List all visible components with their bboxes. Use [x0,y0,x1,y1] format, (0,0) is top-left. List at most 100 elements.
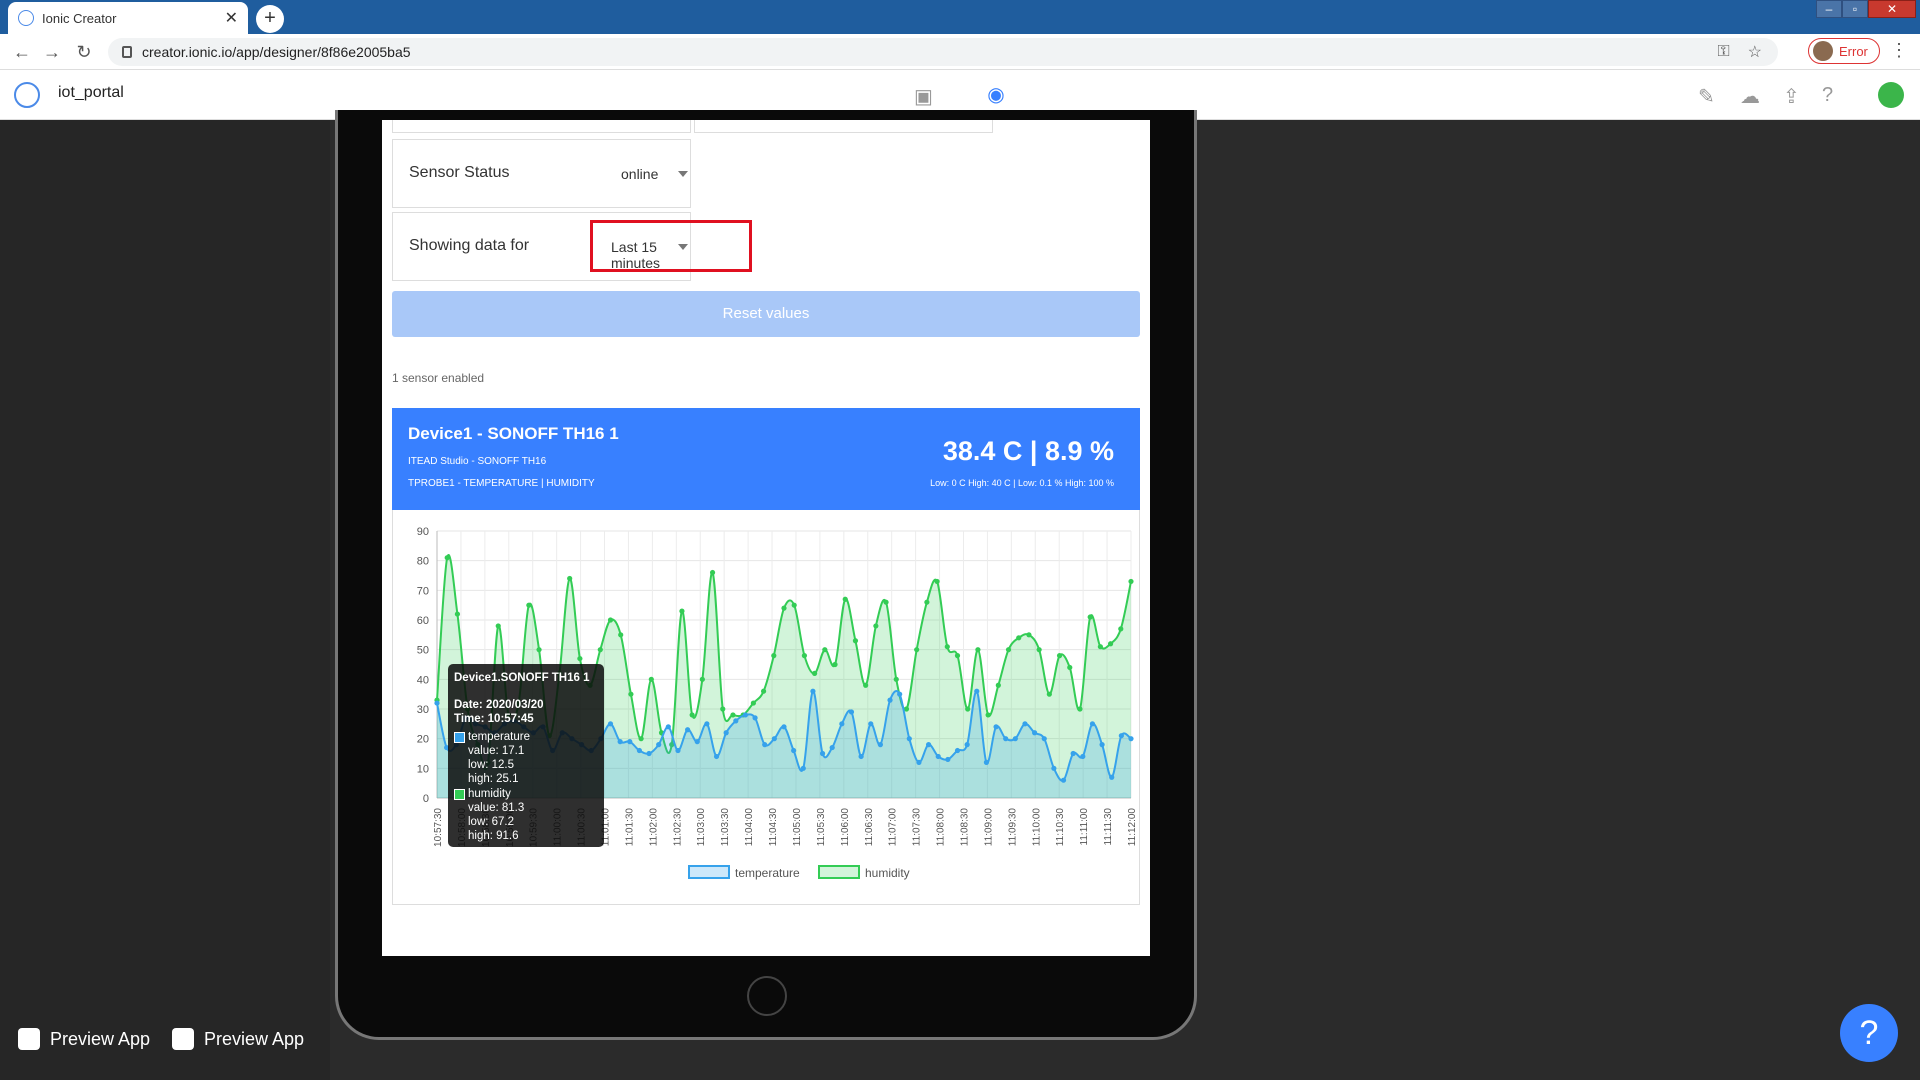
preview-ios-label: Preview App [50,1028,151,1049]
cloud-download-icon[interactable]: ☁ [1740,84,1760,109]
reset-values-button[interactable]: Reset values [392,291,1140,337]
home-button[interactable] [747,976,787,1016]
tab-close-icon[interactable]: ✕ [225,8,238,28]
reload-button[interactable]: ↻ [72,40,96,64]
humidity-point [883,599,889,605]
humidity-point [873,623,879,629]
temperature-point [791,747,797,754]
temperature-point [752,715,758,721]
humidity-point [730,712,736,718]
temperature-point [810,688,816,694]
x-tick-label: 11:05:00 [792,808,803,847]
humidity-point [771,653,777,659]
kebab-menu-icon[interactable]: ⋮ [1890,40,1908,61]
sensor-status-row[interactable]: Sensor Status online [392,139,691,208]
temperature-point [819,750,826,757]
temperature-point [1089,721,1096,727]
humidity-point [781,605,787,611]
close-window-button[interactable]: ✕ [1868,0,1916,18]
help-icon[interactable]: ? [1822,84,1833,107]
url-field[interactable]: creator.ionic.io/app/designer/8f86e2005b… [108,38,1778,66]
x-tick-label: 11:06:00 [840,808,851,847]
x-tick-label: 11:08:30 [959,808,970,847]
tooltip-date: Date: 2020/03/20 [454,699,544,711]
device-screen: Sensor Status online Showing data for La… [382,120,1150,956]
profile-error-button[interactable]: Error [1808,38,1880,64]
minimize-button[interactable]: – [1816,0,1842,18]
app-name: iot_portal [58,84,124,101]
temperature-point [1060,777,1067,783]
temperature-point [1070,750,1076,757]
help-button[interactable]: ? [1840,1004,1898,1062]
chart-tooltip: Device1.SONOFF TH16 1 Date: 2020/03/20 T… [448,664,604,847]
account-icon[interactable] [1878,82,1904,108]
preview-android-button[interactable]: Preview App [172,1028,304,1050]
brush-icon[interactable]: ✎ [1698,84,1715,109]
key-icon[interactable]: ⚿ [1717,43,1729,61]
humidity-point [801,653,808,659]
temperature-point [1051,765,1057,771]
sensor-status-value[interactable]: online [621,166,658,182]
x-tick-label: 11:06:30 [864,808,875,847]
x-tick-label: 11:12:00 [1127,808,1138,847]
humidity-point [628,691,634,697]
x-tick-label: 11:04:00 [744,808,755,847]
star-icon[interactable]: ☆ [1748,42,1762,62]
y-tick-label: 80 [417,556,429,568]
device-reading: 38.4 C | 8.9 % [942,436,1114,466]
humidity-point [709,569,716,576]
browser-tabstrip: Ionic Creator ✕ + – ▫ ✕ [0,0,1920,34]
browser-tab[interactable]: Ionic Creator ✕ [8,2,248,34]
tooltip-time: Time: 10:57:45 [454,713,534,725]
temperature-point [877,742,883,748]
temperature-point [434,700,440,706]
humidity-point [1118,626,1124,632]
device-icon[interactable]: ▣ [914,84,933,109]
temperature-point [848,709,855,715]
temperature-point [1032,730,1038,736]
temperature-point [685,727,691,733]
share-icon[interactable]: ⇪ [1783,84,1800,109]
humidity-point [495,623,501,629]
temperature-point [897,691,903,697]
new-tab-button[interactable]: + [256,5,284,33]
address-bar: ← → ↻ creator.ionic.io/app/designer/8f86… [0,34,1920,70]
ionic-logo-icon[interactable] [14,82,40,108]
temperature-point [993,724,999,730]
humidity-point [822,647,828,653]
back-button[interactable]: ← [10,40,34,64]
humidity-point [934,578,940,585]
temperature-point [617,739,623,745]
x-tick-label: 11:03:30 [720,808,731,847]
temperature-point [762,742,768,748]
tooltip-humidity-low: low: 67.2 [468,816,515,828]
x-tick-label: 11:04:30 [768,808,779,847]
humidity-point [965,706,971,712]
humidity-point [914,647,920,653]
temperature-point [1080,753,1086,760]
maximize-button[interactable]: ▫ [1842,0,1868,18]
temperature-point [607,721,614,727]
ionic-favicon-icon [18,10,34,26]
x-tick-label: 11:11:00 [1079,808,1090,846]
y-tick-label: 30 [417,704,429,716]
y-tick-label: 20 [417,734,429,746]
x-tick-label: 11:08:00 [936,808,947,847]
tooltip-temperature-value: value: 17.1 [468,745,525,757]
y-tick-label: 10 [417,763,429,775]
x-tick-label: 11:09:00 [983,808,994,847]
y-tick-label: 0 [423,793,429,805]
humidity-point [863,682,869,688]
preview-ios-button[interactable]: Preview App [18,1028,150,1050]
temperature-point [887,697,893,703]
forward-button[interactable]: → [40,40,64,64]
temperature-point [964,742,970,748]
humidity-point [975,647,981,653]
x-tick-label: 11:02:00 [648,808,659,847]
device-name: Device1 - SONOFF TH16 1 [408,424,619,443]
x-tick-label: 11:09:30 [1007,808,1018,847]
temperature-point [1003,736,1009,742]
preview-android-label: Preview App [204,1028,305,1049]
x-tick-label: 11:02:30 [672,808,683,847]
tooltip-humidity-high: high: 91.6 [468,830,519,842]
